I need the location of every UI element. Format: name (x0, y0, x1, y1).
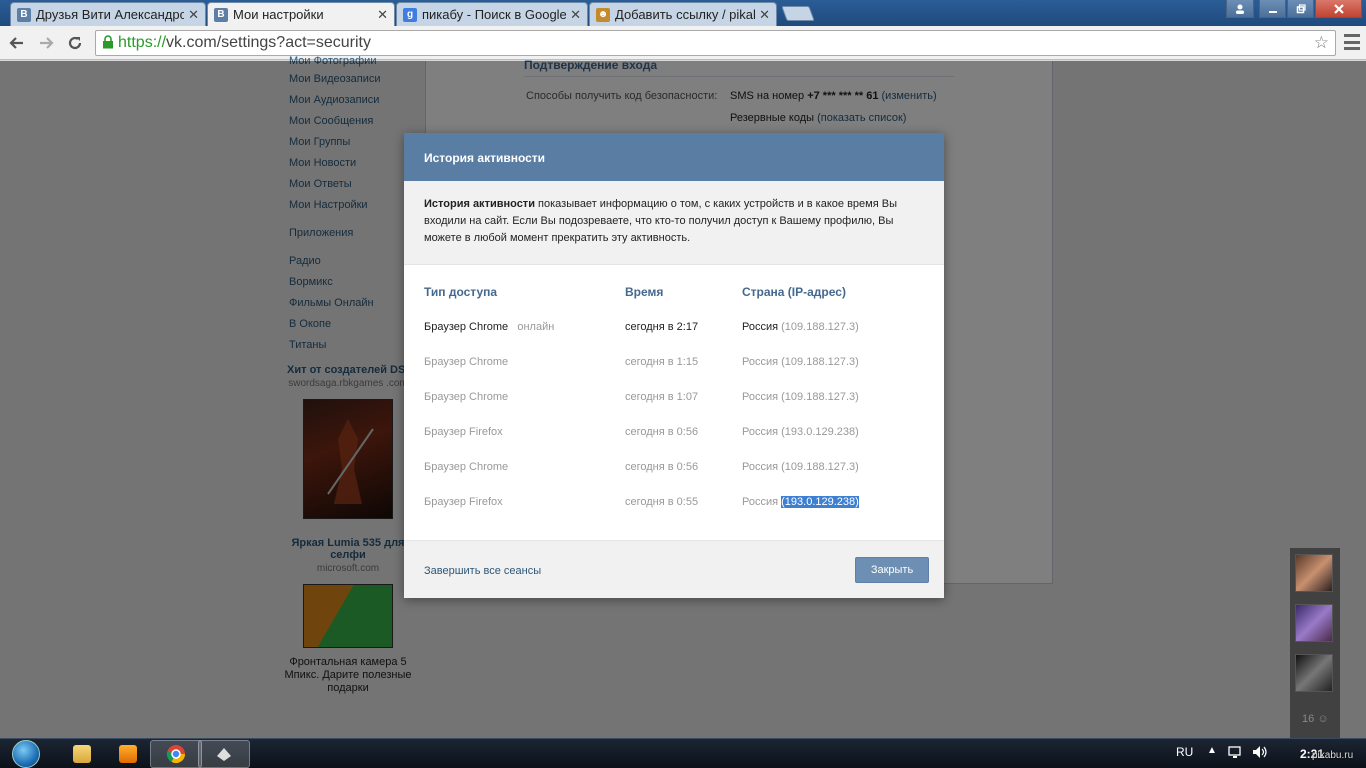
forward-icon[interactable] (34, 31, 58, 55)
url-scheme: https:// (118, 34, 167, 51)
access-type: Браузер Firefox (424, 426, 503, 438)
session-time: сегодня в 0:55 (625, 496, 699, 508)
tab-friends[interactable]: В Друзья Вити Александро ✕ (10, 2, 206, 26)
session-location: Россия (193.0.129.238) (742, 496, 859, 508)
close-tab-icon[interactable]: ✕ (759, 7, 770, 23)
close-window-icon[interactable] (1315, 0, 1362, 18)
back-icon[interactable] (5, 31, 29, 55)
address-bar[interactable]: https://vk.com/settings?act=security ☆ (95, 30, 1336, 56)
info-bold: История активности (424, 198, 535, 210)
media-player-taskbar-icon[interactable] (102, 740, 154, 768)
table-row: Браузер Chrome сегодня в 1:15 Россия (10… (424, 356, 924, 376)
reload-icon[interactable] (63, 31, 87, 55)
dialog-title: История активности (404, 133, 944, 181)
access-type: Браузер Chrome (424, 356, 509, 368)
tab-title: пикабу - Поиск в Google (422, 7, 567, 22)
access-type: Браузер Chrome онлайн (424, 321, 555, 333)
table-row: Браузер Firefox сегодня в 0:55 Россия (1… (424, 496, 924, 516)
online-status: онлайн (517, 321, 555, 333)
tab-settings[interactable]: В Мои настройки ✕ (207, 2, 395, 26)
explorer-taskbar-icon[interactable] (56, 740, 108, 768)
close-tab-icon[interactable]: ✕ (188, 7, 199, 23)
dialog-footer: Завершить все сеансы Закрыть (404, 540, 944, 598)
session-location: Россия (109.188.127.3) (742, 321, 859, 333)
table-row: Браузер Chrome сегодня в 1:07 Россия (10… (424, 391, 924, 411)
tab-pikabu-add-link[interactable]: ☻ Добавить ссылку / pikab ✕ (589, 2, 777, 26)
new-tab-button[interactable] (781, 6, 815, 21)
session-location: Россия (193.0.129.238) (742, 426, 859, 438)
close-tab-icon[interactable]: ✕ (570, 7, 581, 23)
session-time: сегодня в 0:56 (625, 461, 699, 473)
tab-title: Друзья Вити Александро (36, 7, 185, 22)
session-location: Россия (109.188.127.3) (742, 356, 859, 368)
session-time: сегодня в 1:15 (625, 356, 699, 368)
session-time: сегодня в 2:17 (625, 321, 699, 333)
tab-title: Мои настройки (233, 7, 324, 22)
restore-icon[interactable] (1287, 0, 1314, 18)
language-indicator[interactable]: RU (1176, 745, 1193, 759)
selected-ip[interactable]: (193.0.129.238) (781, 496, 859, 508)
volume-icon[interactable] (1252, 745, 1268, 762)
access-type: Браузер Chrome (424, 391, 509, 403)
browser-toolbar: https://vk.com/settings?act=security ☆ (0, 26, 1366, 60)
chrome-menu-icon[interactable] (1344, 34, 1360, 50)
dialog-info: История активности показывает информацию… (404, 181, 944, 265)
end-all-sessions-link[interactable]: Завершить все сеансы (424, 565, 541, 577)
access-type: Браузер Chrome (424, 461, 509, 473)
browser-tab-strip: В Друзья Вити Александро ✕ В Мои настрой… (0, 0, 1366, 26)
windows-taskbar: RU ▲ 2:21 (0, 738, 1366, 768)
table-row: Браузер Chrome сегодня в 0:56 Россия (10… (424, 461, 924, 481)
app-taskbar-icon[interactable] (198, 740, 250, 768)
chat-sidebar: 16 ☺ (1290, 548, 1340, 738)
pikabu-favicon-icon: ☻ (596, 7, 610, 22)
chat-avatar[interactable] (1295, 654, 1333, 692)
online-count[interactable]: 16 ☺ (1302, 713, 1329, 725)
column-header-country-ip: Страна (IP-адрес) (742, 285, 846, 299)
table-row: Браузер Chrome онлайн сегодня в 2:17 Рос… (424, 321, 924, 341)
google-favicon-icon: g (403, 7, 417, 22)
start-button[interactable] (8, 739, 44, 768)
close-tab-icon[interactable]: ✕ (377, 7, 388, 23)
windows-logo-icon (12, 740, 40, 768)
tab-google-search[interactable]: g пикабу - Поиск в Google ✕ (396, 2, 588, 26)
minimize-icon[interactable] (1259, 0, 1286, 18)
table-row: Браузер Firefox сегодня в 0:56 Россия (1… (424, 426, 924, 446)
user-icon: ☺ (1317, 713, 1329, 725)
session-time: сегодня в 0:56 (625, 426, 699, 438)
chat-avatar[interactable] (1295, 554, 1333, 592)
tab-title: Добавить ссылку / pikab (615, 7, 756, 22)
watermark: pikabu.ru (1312, 750, 1354, 761)
lock-icon (102, 34, 114, 52)
activity-history-dialog: История активности История активности по… (404, 133, 944, 598)
show-hidden-icons-icon[interactable]: ▲ (1207, 745, 1217, 756)
bookmark-star-icon[interactable]: ☆ (1314, 33, 1329, 53)
session-time: сегодня в 1:07 (625, 391, 699, 403)
network-icon[interactable] (1228, 745, 1244, 762)
vk-favicon-icon: В (214, 7, 228, 22)
chat-avatar[interactable] (1295, 604, 1333, 642)
close-button[interactable]: Закрыть (855, 557, 929, 583)
column-header-access-type: Тип доступа (424, 285, 498, 299)
session-location: Россия (109.188.127.3) (742, 461, 859, 473)
column-header-time: Время (625, 285, 664, 299)
user-profile-icon[interactable] (1226, 0, 1254, 18)
session-location: Россия (109.188.127.3) (742, 391, 859, 403)
access-type: Браузер Firefox (424, 496, 503, 508)
chrome-taskbar-icon[interactable] (150, 740, 202, 768)
url-path: vk.com/settings?act=security (166, 34, 371, 51)
vk-favicon-icon: В (17, 7, 31, 22)
